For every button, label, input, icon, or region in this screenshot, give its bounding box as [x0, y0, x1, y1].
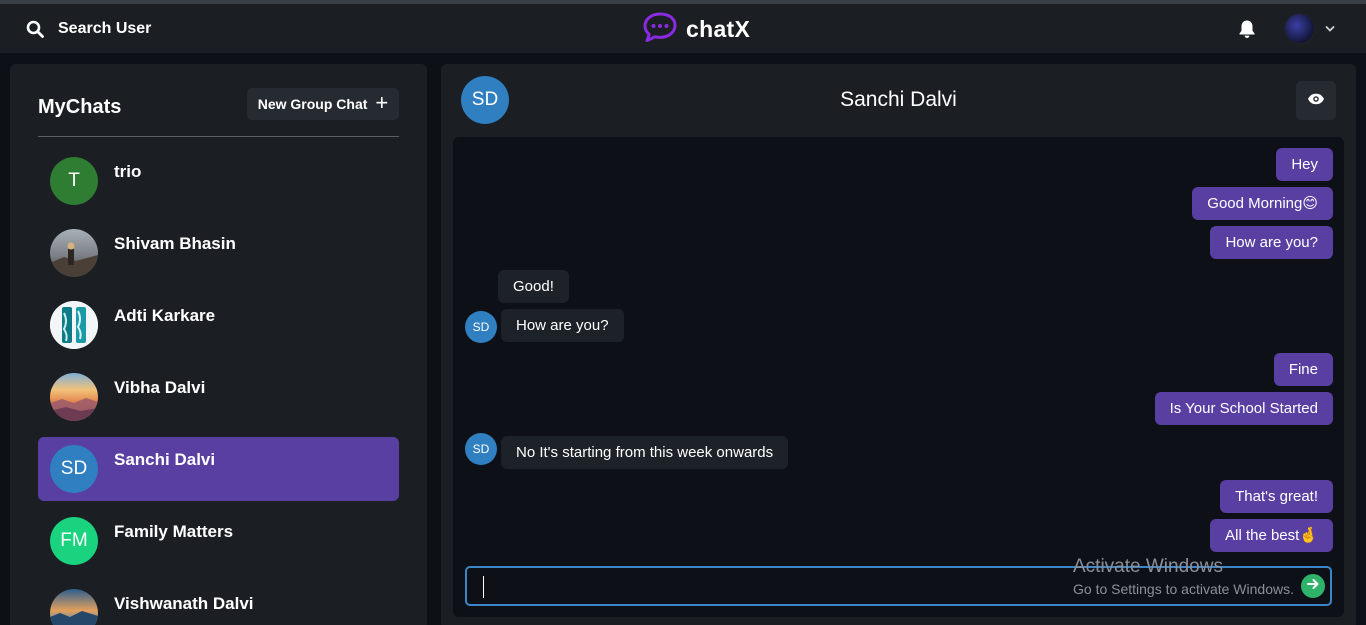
chat-list-panel: MyChats New Group Chat + T trio Shivam B…	[10, 64, 427, 625]
search-icon	[26, 20, 44, 38]
chat-item-trio[interactable]: T trio	[38, 149, 399, 213]
chat-item-shivam-bhasin[interactable]: Shivam Bhasin	[38, 221, 399, 285]
view-profile-button[interactable]	[1296, 81, 1336, 120]
avatar	[50, 301, 98, 349]
avatar	[50, 229, 98, 277]
message-bubble-sent: Fine	[1273, 353, 1333, 386]
avatar-initials: SD	[60, 458, 88, 479]
chat-name: Sanchi Dalvi	[114, 450, 216, 469]
message-bubble-sent: How are you?	[1210, 226, 1333, 259]
avatar	[50, 589, 98, 625]
message-sender-avatar: SD	[465, 433, 497, 465]
messages-pane: Hey Good Morning😊 How are you? Good! SD …	[453, 137, 1344, 617]
conversation-panel: SD Sanchi Dalvi Hey Good Morning😊 How ar…	[441, 64, 1356, 625]
eye-icon	[1307, 92, 1325, 110]
message-sender-avatar: SD	[465, 311, 497, 343]
avatar: FM	[50, 517, 98, 565]
chat-name: Shivam Bhasin	[114, 234, 236, 253]
chat-item-vibha-dalvi[interactable]: Vibha Dalvi	[38, 365, 399, 429]
chat-name: Vishwanath Dalvi	[114, 594, 254, 613]
search-user-label: Search User	[58, 20, 152, 37]
chat-name: Family Matters	[114, 522, 234, 541]
profile-menu-button[interactable]	[1284, 13, 1335, 44]
new-group-chat-button[interactable]: New Group Chat +	[247, 88, 399, 120]
avatar: T	[50, 157, 98, 205]
message-bubble-received: How are you?	[501, 309, 624, 342]
chat-name: trio	[114, 162, 142, 181]
chat-item-family-matters[interactable]: FM Family Matters	[38, 509, 399, 573]
plus-icon: +	[375, 90, 389, 115]
user-avatar	[1284, 13, 1315, 44]
message-bubble-sent: All the best🤞	[1210, 519, 1333, 552]
avatar: SD	[50, 445, 98, 493]
bell-icon[interactable]	[1236, 18, 1258, 45]
chat-item-adti-karkare[interactable]: Adti Karkare	[38, 293, 399, 357]
chat-bubble-logo-icon	[642, 11, 678, 48]
brand-name: chatX	[686, 15, 751, 42]
activate-windows-subtitle: Go to Settings to activate Windows.	[1073, 581, 1294, 597]
message-bubble-received: Good!	[498, 270, 569, 303]
top-bar: Search User chatX	[0, 0, 1366, 53]
avatar-initials: SD	[472, 442, 490, 456]
chat-name: Vibha Dalvi	[114, 378, 206, 397]
message-bubble-sent: Good Morning😊	[1192, 187, 1333, 220]
chat-name: Adti Karkare	[114, 306, 216, 325]
message-bubble-received: No It's starting from this week onwards	[501, 436, 789, 469]
message-bubble-sent: Is Your School Started	[1154, 392, 1333, 425]
chat-item-vishwanath-dalvi[interactable]: Vishwanath Dalvi	[38, 581, 399, 625]
avatar	[50, 373, 98, 421]
avatar-initials: T	[68, 170, 80, 191]
search-user-button[interactable]: Search User	[18, 12, 159, 46]
text-caret	[483, 576, 484, 598]
new-group-chat-label: New Group Chat	[257, 96, 368, 112]
conversation-title: Sanchi Dalvi	[840, 88, 957, 111]
activate-windows-title: Activate Windows	[1073, 556, 1223, 577]
chat-item-sanchi-dalvi[interactable]: SD Sanchi Dalvi	[38, 437, 399, 501]
send-button[interactable]	[1301, 574, 1325, 598]
divider	[38, 136, 399, 137]
avatar-initials: FM	[60, 530, 88, 551]
arrow-right-icon	[1305, 576, 1321, 597]
my-chats-title: MyChats	[38, 96, 122, 118]
chat-list: T trio Shivam Bhasin Adti Karkare Vibha …	[38, 149, 399, 625]
brand-logo: chatX	[642, 11, 750, 47]
message-bubble-sent: That's great!	[1220, 480, 1333, 513]
avatar-initials: SD	[472, 320, 490, 334]
message-bubble-sent: Hey	[1276, 148, 1333, 181]
chevron-down-icon	[1325, 20, 1335, 38]
